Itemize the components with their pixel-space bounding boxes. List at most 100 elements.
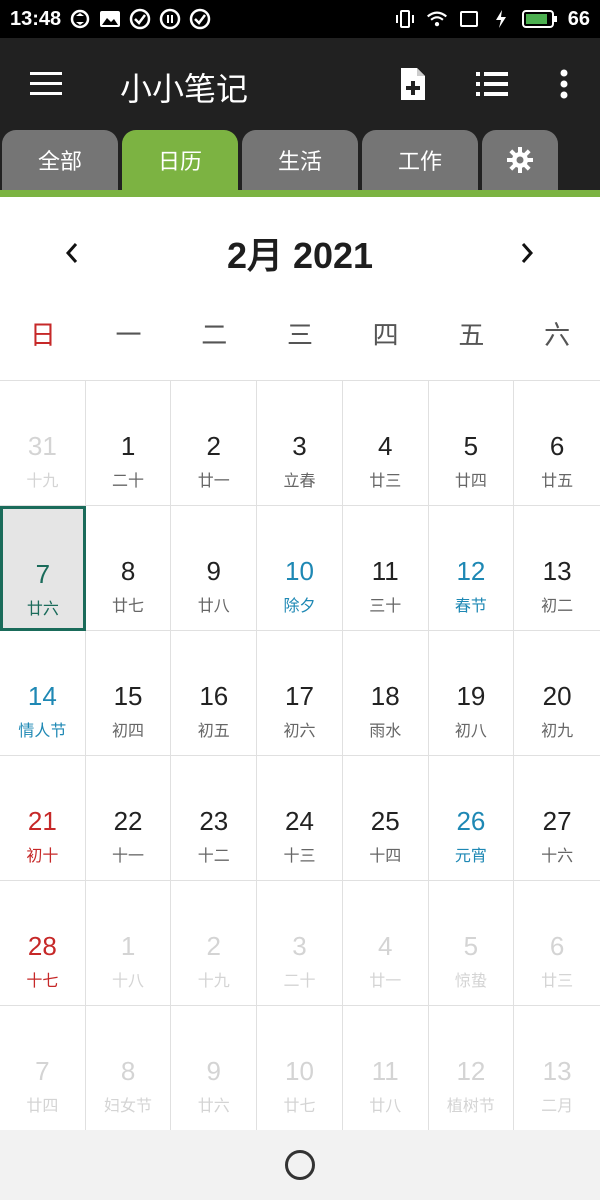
calendar-day-cell[interactable]: 11 廿八 bbox=[342, 1006, 429, 1131]
calendar-day-cell[interactable]: 20 初九 bbox=[514, 631, 600, 756]
lunar-date: 立春 bbox=[283, 471, 316, 490]
day-number: 14 bbox=[27, 681, 57, 711]
month-header: 2月 2021 bbox=[0, 197, 600, 307]
calendar-day-cell[interactable]: 11 三十 bbox=[342, 506, 429, 631]
next-month-button[interactable] bbox=[507, 233, 547, 273]
weekday-thursday: 四 bbox=[372, 321, 399, 351]
day-number: 26 bbox=[456, 806, 486, 836]
chevron-right-icon bbox=[521, 243, 534, 263]
calendar-day-cell[interactable]: 1 十八 bbox=[85, 881, 172, 1006]
lunar-date: 廿一 bbox=[197, 471, 230, 490]
calendar-day-cell[interactable]: 6 廿五 bbox=[514, 381, 600, 506]
calendar-day-cell[interactable]: 12 植树节 bbox=[428, 1006, 515, 1131]
battery-icon bbox=[521, 8, 558, 30]
tab-life[interactable]: 生活 bbox=[242, 130, 358, 190]
calendar-day-cell[interactable]: 10 廿七 bbox=[257, 1006, 343, 1131]
calendar-day-cell[interactable]: 25 十四 bbox=[342, 756, 429, 881]
lunar-date: 廿六 bbox=[197, 1096, 230, 1115]
calendar-day-cell[interactable]: 2 廿一 bbox=[171, 381, 258, 506]
calendar-day-cell[interactable]: 13 初二 bbox=[514, 506, 600, 631]
calendar-day-cell[interactable]: 9 廿八 bbox=[171, 506, 258, 631]
calendar-day-cell[interactable]: 13 二月 bbox=[514, 1006, 600, 1131]
menu-button[interactable] bbox=[28, 66, 64, 102]
lunar-date: 初二 bbox=[541, 596, 574, 615]
day-number: 6 bbox=[549, 431, 565, 461]
calendar-day-cell[interactable]: 4 廿三 bbox=[342, 381, 429, 506]
day-number: 1 bbox=[120, 431, 136, 461]
calendar-day-cell[interactable]: 27 十六 bbox=[514, 756, 600, 881]
lunar-date: 廿七 bbox=[283, 1096, 316, 1115]
calendar-day-cell[interactable]: 22 十一 bbox=[85, 756, 172, 881]
calendar-day-cell[interactable]: 12 春节 bbox=[428, 506, 515, 631]
day-number: 25 bbox=[370, 806, 400, 836]
calendar-day-cell[interactable]: 3 二十 bbox=[257, 881, 343, 1006]
check-circle-icon bbox=[189, 8, 211, 30]
lunar-date: 廿八 bbox=[197, 596, 230, 615]
system-nav-bar bbox=[0, 1130, 600, 1200]
calendar-day-cell[interactable]: 18 雨水 bbox=[342, 631, 429, 756]
calendar-day-cell[interactable]: 17 初六 bbox=[257, 631, 343, 756]
calendar-day-cell[interactable]: 4 廿一 bbox=[342, 881, 429, 1006]
day-number: 4 bbox=[377, 931, 393, 961]
calendar-day-cell[interactable]: 26 元宵 bbox=[428, 756, 515, 881]
day-number: 2 bbox=[206, 431, 221, 461]
lunar-date: 十九 bbox=[197, 971, 230, 990]
calendar-day-cell[interactable]: 5 惊蛰 bbox=[428, 881, 515, 1006]
calendar-day-cell[interactable]: 3 立春 bbox=[257, 381, 343, 506]
lunar-date: 初六 bbox=[283, 721, 316, 740]
day-number: 23 bbox=[199, 806, 229, 836]
calendar-day-cell[interactable]: 7 廿四 bbox=[0, 1006, 86, 1131]
calendar-day-cell[interactable]: 19 初八 bbox=[428, 631, 515, 756]
lunar-date: 廿四 bbox=[454, 471, 487, 490]
tab-calendar[interactable]: 日历 bbox=[122, 130, 238, 190]
calendar-day-cell[interactable]: 31 十九 bbox=[0, 381, 86, 506]
tab-work-label: 工作 bbox=[397, 150, 442, 175]
list-view-button[interactable] bbox=[472, 64, 512, 104]
calendar-day-cell[interactable]: 9 廿六 bbox=[171, 1006, 258, 1131]
day-number: 12 bbox=[456, 1056, 486, 1086]
calendar-day-cell[interactable]: 14 情人节 bbox=[0, 631, 86, 756]
day-number: 1 bbox=[120, 931, 136, 961]
vibrate-icon bbox=[394, 8, 416, 30]
day-number: 12 bbox=[456, 556, 486, 586]
calendar-day-cell[interactable]: 16 初五 bbox=[171, 631, 258, 756]
day-number: 3 bbox=[292, 931, 307, 961]
new-note-button[interactable] bbox=[393, 64, 433, 104]
calendar-day-cell[interactable]: 1 二十 bbox=[85, 381, 172, 506]
tab-all[interactable]: 全部 bbox=[2, 130, 118, 190]
day-number: 8 bbox=[120, 1056, 136, 1086]
gear-icon bbox=[507, 147, 533, 173]
tab-settings[interactable] bbox=[482, 130, 558, 190]
calendar-day-cell[interactable]: 2 十九 bbox=[171, 881, 258, 1006]
image-icon bbox=[99, 8, 121, 30]
lunar-date: 惊蛰 bbox=[454, 971, 487, 990]
calendar-day-cell[interactable]: 15 初四 bbox=[85, 631, 172, 756]
day-number: 8 bbox=[120, 556, 136, 586]
calendar-day-cell[interactable]: 23 十二 bbox=[171, 756, 258, 881]
weekday-wednesday: 三 bbox=[286, 321, 313, 351]
day-number: 9 bbox=[206, 1056, 221, 1086]
lunar-date: 廿一 bbox=[369, 971, 402, 990]
lunar-date: 廿三 bbox=[369, 471, 402, 490]
calendar-day-cell[interactable]: 21 初十 bbox=[0, 756, 86, 881]
day-number: 6 bbox=[549, 931, 565, 961]
calendar-day-cell[interactable]: 10 除夕 bbox=[257, 506, 343, 631]
calendar-day-cell[interactable]: 8 廿七 bbox=[85, 506, 172, 631]
calendar-day-cell[interactable]: 6 廿三 bbox=[514, 881, 600, 1006]
home-button[interactable] bbox=[285, 1150, 315, 1180]
calendar-day-cell[interactable]: 7 廿六 bbox=[0, 506, 86, 631]
calendar-day-cell[interactable]: 5 廿四 bbox=[428, 381, 515, 506]
day-number: 5 bbox=[463, 931, 479, 961]
lunar-date: 廿五 bbox=[541, 471, 574, 490]
calendar-day-cell[interactable]: 24 十三 bbox=[257, 756, 343, 881]
day-number: 21 bbox=[27, 806, 57, 836]
tab-work[interactable]: 工作 bbox=[362, 130, 478, 190]
calendar-day-cell[interactable]: 8 妇女节 bbox=[85, 1006, 172, 1131]
lunar-date: 廿六 bbox=[26, 599, 59, 618]
more-options-button[interactable] bbox=[544, 64, 584, 104]
calendar-day-cell[interactable]: 28 十七 bbox=[0, 881, 86, 1006]
lunar-date: 十六 bbox=[541, 846, 574, 865]
day-number: 20 bbox=[542, 681, 572, 711]
app-bar: 小小笔记 bbox=[0, 38, 600, 130]
day-number: 19 bbox=[456, 681, 486, 711]
